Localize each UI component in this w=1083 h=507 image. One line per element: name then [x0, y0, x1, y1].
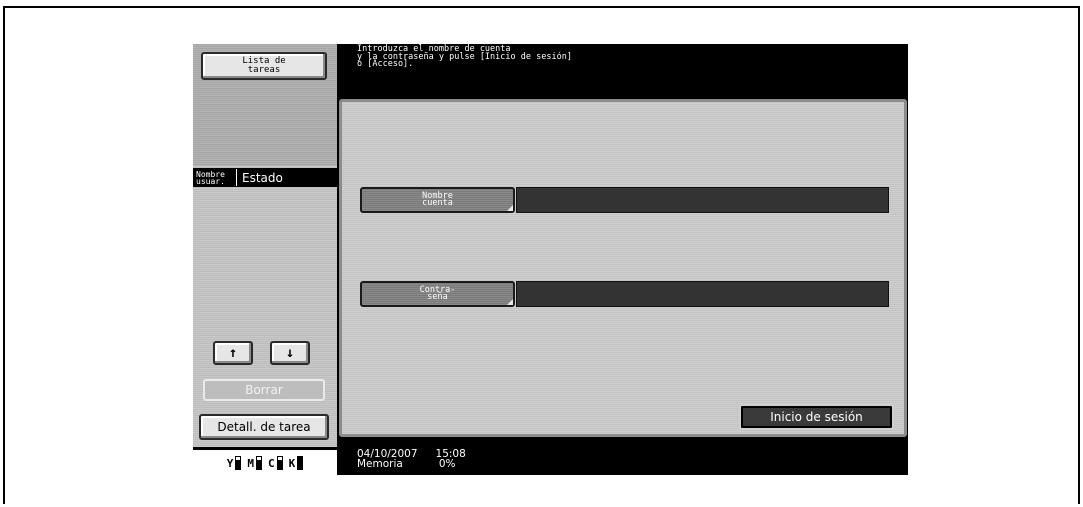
- scroll-up-button[interactable]: ↑: [213, 341, 253, 365]
- status-memory-value: 0%: [438, 458, 456, 470]
- column-user: Nombre usuar.: [193, 169, 237, 186]
- account-name-button[interactable]: Nombre cuenta: [360, 187, 515, 213]
- password-field[interactable]: [516, 281, 889, 307]
- status-memory-label: Memoria: [357, 458, 403, 470]
- account-name-field[interactable]: [516, 187, 889, 213]
- job-detail-button[interactable]: Detall. de tarea: [199, 414, 329, 440]
- toner-c-bar: [276, 455, 283, 470]
- status-bar: 04/10/2007 15:08 Memoria 0%: [357, 449, 466, 470]
- toner-c-label: C: [268, 456, 275, 470]
- toner-y-label: Y: [226, 456, 234, 470]
- toner-levels: Y M C K: [193, 447, 337, 475]
- arrow-down-icon: ↓: [285, 345, 295, 361]
- toner-k-bar: [297, 455, 304, 470]
- toner-m-bar: [256, 455, 262, 470]
- login-form-area: Nombre cuenta Contra- seña Inicio de ses…: [339, 99, 907, 437]
- toner-c-fill: [277, 460, 282, 469]
- job-list-label-2: tareas: [247, 65, 281, 75]
- delete-button[interactable]: Borrar: [203, 379, 325, 401]
- job-list-panel: Lista de tareas Nombre usuar. Estado ↑ ↓…: [193, 44, 337, 447]
- arrow-up-icon: ↑: [228, 345, 238, 361]
- column-user-line-2: usuar.: [196, 176, 225, 186]
- toner-c: C: [268, 455, 283, 470]
- toner-k-label: K: [288, 456, 296, 470]
- message-line-3: o [Acceso].: [357, 59, 414, 69]
- toner-k-fill: [298, 456, 303, 469]
- toner-y-bar: [235, 455, 242, 470]
- password-button[interactable]: Contra- seña: [360, 281, 515, 307]
- toner-y-fill: [236, 460, 241, 469]
- scroll-down-button[interactable]: ↓: [270, 341, 310, 365]
- instruction-message: Introduzca el nombre de cuenta y la contr…: [357, 45, 572, 69]
- toner-m-label: M: [247, 456, 254, 470]
- toner-k: K: [288, 455, 304, 470]
- job-list-column-header: Nombre usuar. Estado: [193, 168, 337, 187]
- toner-m-fill: [257, 460, 261, 469]
- toner-y: Y: [226, 455, 242, 470]
- account-name-label-2: cuenta: [422, 198, 453, 208]
- login-button[interactable]: Inicio de sesión: [739, 404, 894, 430]
- job-list-button[interactable]: Lista de tareas: [201, 52, 327, 80]
- column-status: Estado: [242, 170, 283, 185]
- password-label-2: seña: [427, 292, 448, 302]
- toner-m: M: [247, 455, 262, 470]
